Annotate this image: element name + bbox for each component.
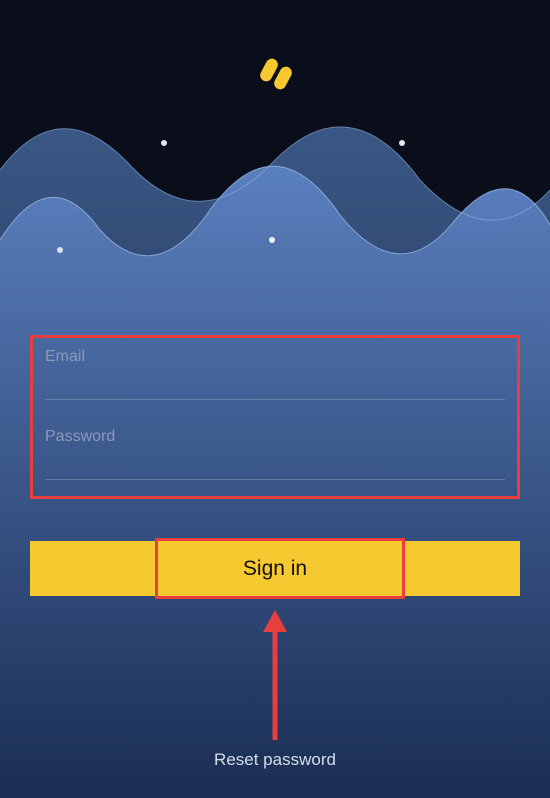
signin-button[interactable]: Sign in [30,541,520,596]
email-field[interactable] [45,372,505,400]
app-logo-icon [251,50,299,103]
credentials-box: Email Password [30,335,520,499]
email-label: Email [45,348,505,366]
login-form: Email Password Sign in [30,335,520,596]
password-field[interactable] [45,452,505,480]
email-group: Email [45,348,505,400]
reset-password-link[interactable]: Reset password [214,750,336,770]
password-label: Password [45,428,505,446]
annotation-arrow-icon [260,610,290,740]
signin-button-label: Sign in [243,557,307,580]
password-group: Password [45,428,505,480]
